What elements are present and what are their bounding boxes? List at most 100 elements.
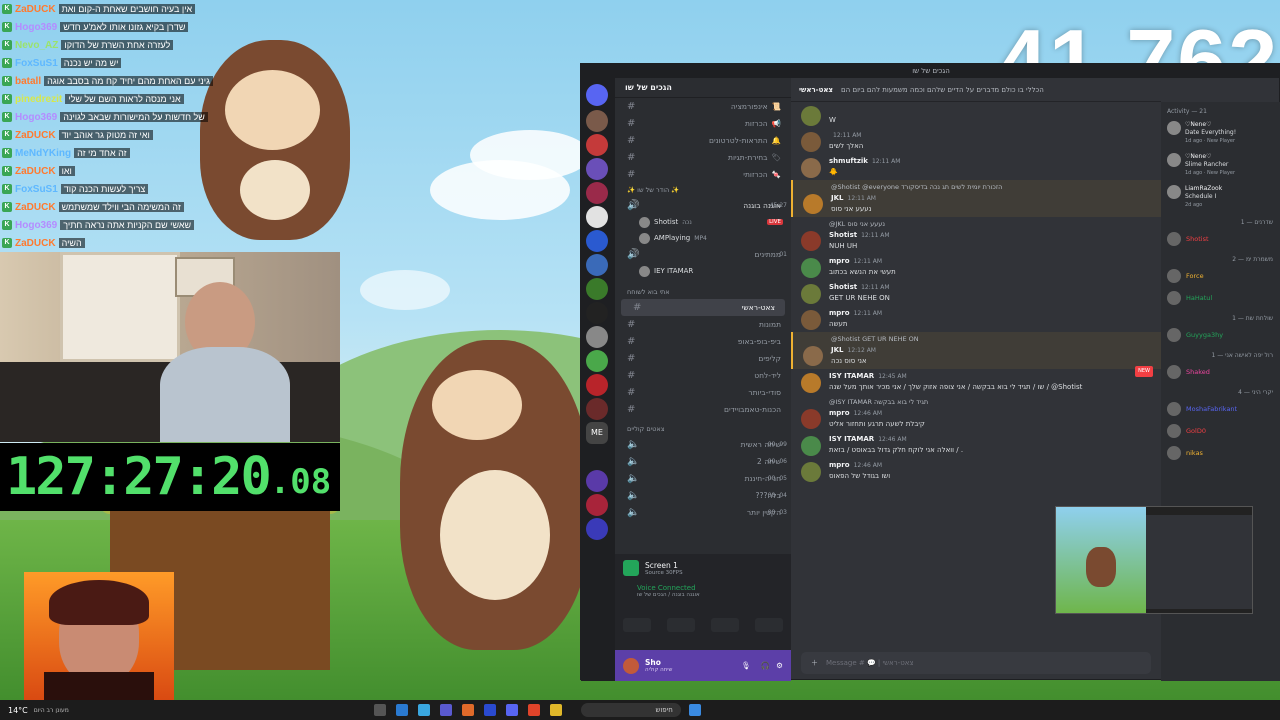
server-icon[interactable] — [586, 494, 608, 516]
message-avatar[interactable] — [801, 258, 821, 278]
add-attachment-icon[interactable]: ＋ — [811, 658, 818, 668]
voice-category[interactable]: צאטים קוליים — [615, 422, 791, 436]
taskbar-app-icon[interactable] — [395, 704, 408, 716]
voice-channel-live[interactable]: 🔊 אוגנה בוגנה 45:27 — [615, 197, 791, 214]
member-item[interactable]: nikas — [1161, 442, 1280, 464]
member-item[interactable]: Guyyga3hy — [1161, 324, 1280, 346]
start-icon[interactable] — [688, 704, 701, 716]
settings-gear-icon[interactable]: ⚙ — [776, 661, 783, 670]
discord-taskbar-icon[interactable] — [505, 704, 518, 716]
voice-channel[interactable]: 🔈 שיחה ראשית 00 99 — [615, 436, 791, 453]
message-author[interactable]: ISY ITAMAR — [829, 435, 874, 443]
server-icon-me[interactable]: ME — [586, 422, 608, 444]
message-avatar[interactable] — [801, 310, 821, 330]
text-channel[interactable]: # סודי-ביותר — [615, 384, 791, 401]
text-channel[interactable]: # ליד-לחט — [615, 367, 791, 384]
message-author[interactable]: JKL — [831, 346, 844, 354]
message-avatar[interactable] — [801, 436, 821, 456]
voice-user[interactable]: AMPlaying MP4 — [615, 230, 791, 246]
taskbar-app-icon[interactable] — [461, 704, 474, 716]
taskbar-search[interactable]: חיפוש — [580, 703, 681, 717]
text-channel[interactable]: # תמונות — [615, 316, 791, 333]
message-avatar[interactable] — [801, 409, 821, 429]
voice-channel[interactable]: 🔈 הקטין יותר 00 03 — [615, 504, 791, 521]
text-channel[interactable]: # הכרזות 📢 — [615, 115, 791, 132]
voice-channel[interactable]: 🔈 שיחה 2 00 06 — [615, 453, 791, 470]
live-category[interactable]: ✨ הודר של שו ✨ — [615, 183, 791, 197]
voice-channel[interactable]: 🔈 חנייה-חיננת 00 05 — [615, 470, 791, 487]
member-item[interactable]: Shaked — [1161, 361, 1280, 383]
server-icon[interactable] — [586, 254, 608, 276]
user-avatar[interactable] — [623, 657, 639, 674]
taskbar-app-icon[interactable] — [439, 704, 452, 716]
message-avatar[interactable] — [801, 284, 821, 304]
message-avatar[interactable] — [803, 194, 823, 214]
message-author[interactable]: Shotist — [829, 283, 857, 291]
activities-button[interactable] — [711, 618, 739, 632]
server-icon[interactable] — [586, 398, 608, 420]
server-icon[interactable] — [586, 158, 608, 180]
taskbar-app-icon[interactable] — [417, 704, 430, 716]
voice-channel[interactable]: 🔈 ???בלה 00 04 — [615, 487, 791, 504]
message-author[interactable]: shmuftzik — [829, 157, 868, 165]
message-avatar[interactable] — [801, 373, 821, 393]
server-icon[interactable] — [586, 110, 608, 132]
noise-suppression-button[interactable] — [623, 618, 651, 632]
member-item[interactable]: MoshaFabrikant — [1161, 398, 1280, 420]
server-icon[interactable] — [586, 350, 608, 372]
message-avatar[interactable] — [801, 158, 821, 178]
server-icon[interactable] — [586, 206, 608, 228]
server-icon[interactable] — [586, 374, 608, 396]
server-icon[interactable] — [586, 302, 608, 324]
message-avatar[interactable] — [803, 346, 823, 366]
headphones-icon[interactable]: 🎧 — [761, 661, 770, 670]
reply-preview[interactable]: @ISY ITAMAR תגיד לי בוא בבקשה — [829, 397, 1153, 408]
folder-icon[interactable] — [549, 704, 562, 716]
message-author[interactable]: mpro — [829, 309, 850, 317]
message-author[interactable]: mpro — [829, 409, 850, 417]
weather-temp[interactable]: 14°C — [8, 706, 28, 715]
server-icon[interactable] — [586, 230, 608, 252]
text-channel[interactable]: # קליפים — [615, 350, 791, 367]
text-channel[interactable]: # בחירת-תגיות 🏷 — [615, 149, 791, 166]
screen-share-button[interactable] — [667, 618, 695, 632]
taskbar-app-icon[interactable] — [373, 704, 386, 716]
taskbar-app-icon[interactable] — [483, 704, 496, 716]
member-item[interactable]: HaHatul — [1161, 287, 1280, 309]
server-icon[interactable] — [586, 518, 608, 540]
stream-preview-popout[interactable] — [1055, 506, 1253, 614]
message-author[interactable]: mpro — [829, 257, 850, 265]
message-author[interactable]: JKL — [831, 194, 844, 202]
mic-icon[interactable]: 🎙 — [741, 661, 751, 670]
server-icon[interactable] — [586, 278, 608, 300]
message-avatar[interactable] — [801, 132, 821, 152]
member-item[interactable]: Shotist — [1161, 228, 1280, 250]
reply-preview[interactable]: @Shotist @everyone הזכורת יומית לשים תג … — [831, 182, 1153, 193]
activity-item[interactable]: LiamRaZook Schedule I 2d ago — [1161, 181, 1280, 213]
message-author[interactable]: ISY ITAMAR — [829, 372, 874, 380]
text-channel[interactable]: # הכנות-טאמבויידים — [615, 401, 791, 418]
text-channel[interactable]: # התראות-לטרטונים 🔔 — [615, 132, 791, 149]
message-avatar[interactable] — [801, 106, 821, 126]
reply-preview[interactable]: @JKL נעעע אני סוס — [829, 219, 1153, 230]
reply-preview[interactable]: @Shotist GET UR NEHE ON — [831, 334, 1153, 345]
home-server-icon[interactable] — [586, 84, 608, 106]
voice-user[interactable]: IEY ITAMAR — [615, 263, 791, 279]
voice-channel-waiting[interactable]: 🔊 ממתינים 01 — [615, 246, 791, 263]
message-author[interactable]: Shotist — [829, 231, 857, 239]
text-channel[interactable]: # אינפורמציה 📜 — [615, 98, 791, 115]
message-avatar[interactable] — [801, 231, 821, 251]
taskbar-app-icon[interactable] — [527, 704, 540, 716]
server-icon[interactable] — [586, 470, 608, 492]
activity-item[interactable]: ♡Nene♡ Slime Rancher 1d ago · New Player — [1161, 149, 1280, 181]
member-item[interactable]: Force — [1161, 265, 1280, 287]
server-name[interactable]: הגכים של שו — [615, 78, 791, 98]
member-item[interactable]: GolD0 — [1161, 420, 1280, 442]
message-input[interactable]: ＋ Message # 💬 | צאט-ראשי — [801, 652, 1151, 674]
soundboard-button[interactable] — [755, 618, 783, 632]
server-icon[interactable] — [586, 326, 608, 348]
text-channel[interactable]: # הכרזותי 🍬 — [615, 166, 791, 183]
message-avatar[interactable] — [801, 462, 821, 482]
server-icon[interactable] — [586, 182, 608, 204]
activity-item[interactable]: ♡Nene♡ Date Everything! 1d ago · New Playe… — [1161, 117, 1280, 149]
